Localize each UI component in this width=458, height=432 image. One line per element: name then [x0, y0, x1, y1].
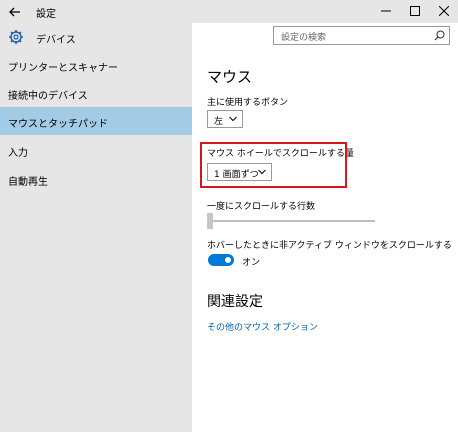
back-button[interactable] [6, 3, 24, 21]
wheel-scroll-label: マウス ホイールでスクロールする量 [207, 149, 354, 159]
sidebar-item-label: プリンターとスキャナー [8, 63, 118, 74]
sidebar-item-label: マウスとタッチパッド [8, 119, 108, 130]
settings-window: 設定 デバイス プリンターとスキャナー 接続中のデバイス マウスとタッチパッド [0, 0, 458, 432]
page-title: マウス [207, 68, 253, 86]
sidebar-item-mouse-touchpad[interactable]: マウスとタッチパッド [0, 107, 192, 135]
sidebar-item-label: 入力 [8, 148, 28, 159]
app-title: 設定 [36, 9, 56, 20]
inactive-scroll-label: ホバーしたときに非アクティブ ウィンドウをスクロールする [207, 241, 452, 251]
maximize-icon [410, 6, 420, 16]
gear-icon [9, 30, 23, 44]
inactive-scroll-toggle[interactable] [208, 254, 234, 266]
primary-button-value: 左 [214, 117, 224, 127]
chevron-down-icon [229, 116, 237, 122]
slider-thumb[interactable] [207, 213, 213, 229]
close-button[interactable] [430, 0, 458, 23]
minimize-button[interactable] [372, 0, 400, 23]
sidebar-item-label: 自動再生 [8, 177, 48, 188]
sidebar-item-autoplay[interactable]: 自動再生 [0, 165, 192, 193]
search-input[interactable]: 設定の検索 [273, 26, 450, 45]
wheel-scroll-value: 1 画面ずつ [214, 170, 259, 180]
maximize-button[interactable] [401, 0, 429, 23]
sidebar-item-connected-devices[interactable]: 接続中のデバイス [0, 79, 192, 107]
additional-mouse-options-link[interactable]: その他のマウス オプション [207, 320, 318, 333]
sidebar: デバイス プリンターとスキャナー 接続中のデバイス マウスとタッチパッド 入力 … [0, 23, 192, 432]
lines-to-scroll-label: 一度にスクロールする行数 [207, 202, 316, 212]
primary-button-label: 主に使用するボタン [207, 98, 289, 108]
toggle-state: オン [242, 258, 261, 268]
sidebar-item-typing[interactable]: 入力 [0, 136, 192, 164]
toggle-knob [225, 257, 231, 263]
wheel-scroll-dropdown[interactable]: 1 画面ずつ [207, 163, 272, 181]
related-settings-title: 関連設定 [207, 294, 263, 310]
title-bar: 設定 [0, 0, 458, 23]
chevron-down-icon [258, 169, 266, 175]
sidebar-header: デバイス [0, 23, 192, 53]
minimize-icon [381, 10, 391, 12]
main-content: マウス 主に使用するボタン 左 マウス ホイールでスクロールする量 1 画面ずつ… [192, 53, 458, 432]
search-placeholder: 設定の検索 [281, 33, 327, 43]
sidebar-item-label: 接続中のデバイス [8, 91, 88, 102]
sidebar-item-printers[interactable]: プリンターとスキャナー [0, 51, 192, 79]
lines-to-scroll-slider[interactable] [207, 220, 375, 222]
search-icon [434, 30, 445, 41]
sidebar-title: デバイス [36, 35, 76, 46]
close-icon [439, 6, 449, 16]
primary-button-dropdown[interactable]: 左 [207, 110, 243, 128]
arrow-left-icon [9, 7, 20, 17]
